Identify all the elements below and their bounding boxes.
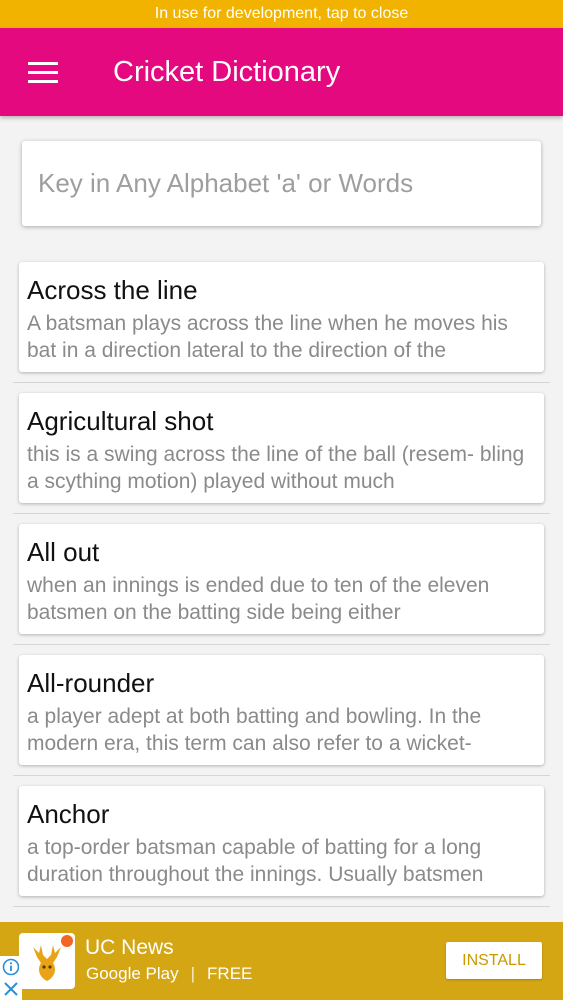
term-card[interactable]: Agricultural shot this is a swing across… [19, 393, 544, 503]
search-input[interactable] [22, 141, 541, 226]
ad-banner[interactable]: UC News Google Play | FREE INSTALL [0, 922, 563, 1000]
menu-icon[interactable] [22, 54, 66, 90]
notification-badge-icon [61, 935, 73, 947]
term-card[interactable]: Across the line A batsman plays across t… [19, 262, 544, 372]
term-card[interactable]: Anchor a top-order batsman capable of ba… [19, 786, 544, 896]
term-card[interactable]: All out when an innings is ended due to … [19, 524, 544, 634]
term-definition: a top-order batsman capable of batting f… [27, 836, 484, 886]
list-item[interactable]: All-rounder a player adept at both batti… [0, 645, 563, 776]
list-item[interactable]: Anchor a top-order batsman capable of ba… [0, 776, 563, 907]
term-title: All out [27, 537, 100, 567]
term-list: Across the line A batsman plays across t… [0, 252, 563, 907]
app-bar: Cricket Dictionary [0, 28, 563, 116]
term-definition: A batsman plays across the line when he … [27, 312, 508, 362]
separator: | [190, 964, 196, 983]
ad-store-info: Google Play | FREE [86, 964, 252, 984]
term-definition: when an innings is ended due to ten of t… [27, 574, 490, 624]
list-item[interactable]: Agricultural shot this is a swing across… [0, 383, 563, 514]
dev-banner[interactable]: In use for development, tap to close [0, 0, 563, 28]
term-title: Agricultural shot [27, 406, 214, 436]
list-item[interactable]: Across the line A batsman plays across t… [0, 252, 563, 383]
divider [13, 906, 550, 907]
list-item[interactable]: All out when an innings is ended due to … [0, 514, 563, 645]
ad-app-name: UC News [85, 936, 174, 959]
app-title: Cricket Dictionary [113, 56, 341, 88]
ad-store-name: Google Play [86, 964, 179, 983]
term-card[interactable]: All-rounder a player adept at both batti… [19, 655, 544, 765]
uc-news-logo [19, 933, 75, 989]
term-definition: this is a swing across the line of the b… [27, 443, 525, 493]
term-title: Across the line [27, 275, 198, 305]
ad-price: FREE [207, 964, 253, 983]
search-card [22, 141, 541, 226]
install-button[interactable]: INSTALL [446, 942, 542, 979]
term-title: Anchor [27, 799, 110, 829]
term-title: All-rounder [27, 668, 155, 698]
term-definition: a player adept at both batting and bowli… [27, 705, 482, 755]
